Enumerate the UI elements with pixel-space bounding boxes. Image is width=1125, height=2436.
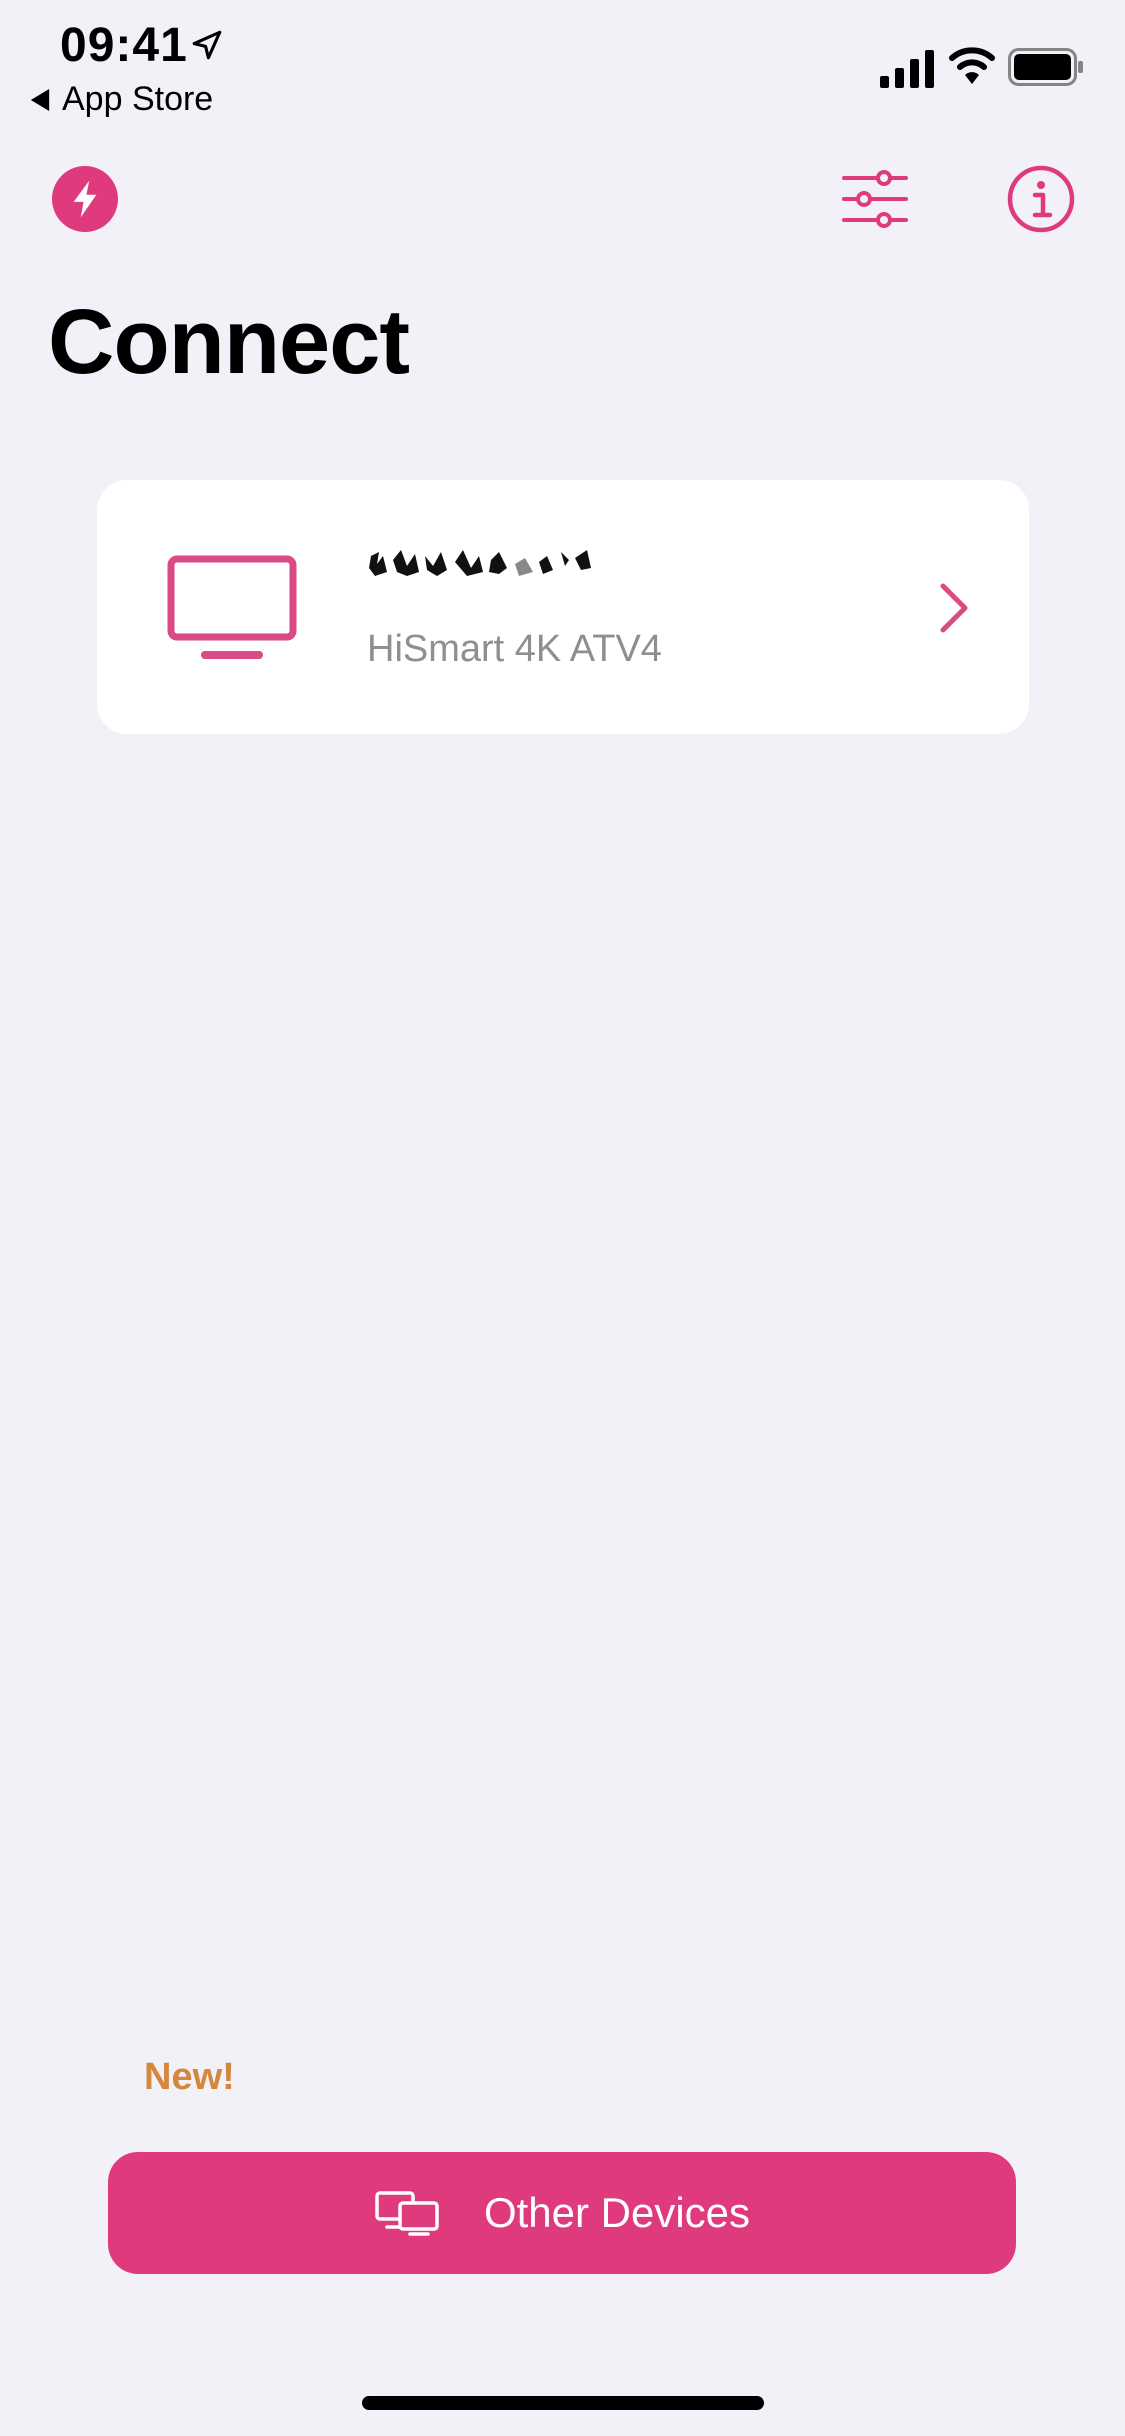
other-devices-label: Other Devices: [483, 2189, 751, 2236]
new-badge: New!: [144, 2056, 235, 2098]
device-model: HiSmart 4K ATV4: [367, 628, 662, 670]
redacted-device-name: [369, 550, 591, 576]
cellular-signal-icon: [880, 50, 934, 88]
battery-icon: [1008, 48, 1083, 86]
chevron-right-icon: [940, 583, 968, 633]
back-to-app-store[interactable]: App Store: [30, 80, 213, 119]
other-devices-button[interactable]: Other Devices: [108, 2152, 1016, 2274]
sliders-icon[interactable]: [840, 164, 910, 234]
wifi-icon: [949, 47, 995, 84]
device-card[interactable]: HiSmart 4K ATV4: [97, 480, 1029, 734]
devices-icon: [375, 2191, 439, 2236]
info-icon[interactable]: [1006, 164, 1076, 234]
location-arrow-icon: [192, 30, 222, 60]
page-title: Connect: [48, 291, 410, 393]
home-indicator[interactable]: [362, 2396, 764, 2410]
bolt-button[interactable]: [52, 166, 118, 232]
back-triangle-icon: [30, 88, 50, 111]
status-time: 09:41: [60, 19, 188, 72]
back-app-label: App Store: [62, 80, 214, 118]
tv-icon: [167, 555, 297, 659]
bolt-icon: [73, 180, 97, 218]
